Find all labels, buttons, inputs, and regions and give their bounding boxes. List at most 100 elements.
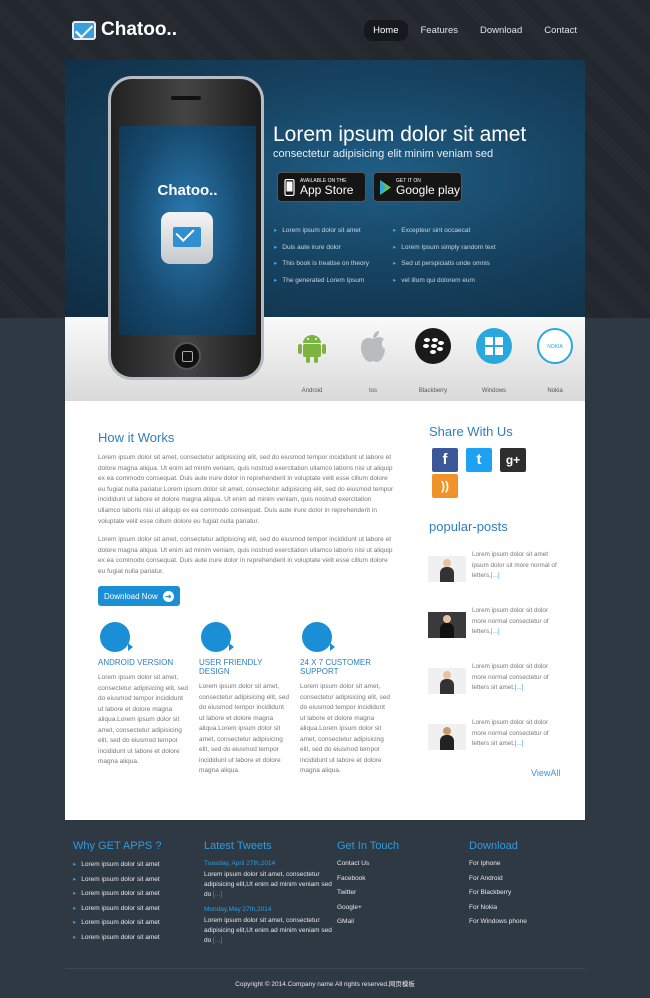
- feature-android-version: ANDROID VERSION Lorem ipsum dolor sit am…: [98, 622, 190, 768]
- feature-title: USER FRIENDLY DESIGN: [199, 658, 263, 676]
- platform-windows[interactable]: Windows: [469, 327, 519, 394]
- hero-feature-item: This book is treatise on theory: [274, 259, 369, 276]
- footer-link[interactable]: Twitter: [337, 889, 467, 904]
- nokia-icon: NOKIA: [537, 328, 573, 364]
- hero-feature-item: Excepteur sint occaecat: [393, 226, 496, 243]
- post-text: Lorem ipsum dolor sit dolor more normal …: [472, 663, 549, 691]
- footer-heading: Download: [469, 840, 518, 852]
- popular-post[interactable]: Lorem ipsum dolor sit dolor more normal …: [428, 718, 555, 762]
- footer-link[interactable]: Facebook: [337, 875, 467, 890]
- tweet-text: Lorem ipsum dolor sit amet, consectetur …: [204, 917, 332, 944]
- tweet-date: Monday,May 27th,2014: [204, 906, 272, 913]
- hero-feature-item: vel illum qui dolorem eum: [393, 276, 496, 293]
- feature-title: 24 X 7 CUSTOMER SUPPORT: [300, 658, 371, 676]
- footer-link[interactable]: For Nokia: [469, 904, 599, 919]
- nav-home[interactable]: Home: [364, 20, 408, 41]
- how-it-works-paragraph: Lorem ipsum dolor sit amet, consectetur …: [98, 454, 394, 525]
- footer-heading: Latest Tweets: [204, 840, 272, 852]
- phone-screen: Chatoo..: [119, 126, 256, 335]
- footer-link[interactable]: Lorem ipsum dolor sit amet: [73, 933, 203, 948]
- popular-posts-heading: popular-posts: [429, 519, 508, 534]
- android-icon: [100, 622, 133, 652]
- footer-download: Download For Iphone For Android For Blac…: [469, 840, 599, 933]
- footer-get-in-touch: Get In Touch Contact Us Facebook Twitter…: [337, 840, 467, 933]
- hero-subtitle: consectetur adipisicing elit minim venia…: [273, 148, 494, 160]
- tweet-date: Tuesday, April 27th,2014: [204, 860, 276, 867]
- footer-link[interactable]: GMail: [337, 918, 467, 933]
- popular-post[interactable]: Lorem ipsum dolor sit amet ipsum dolor s…: [428, 550, 557, 594]
- post-thumbnail: [428, 556, 466, 582]
- footer-link[interactable]: Contact Us: [337, 860, 467, 875]
- google-play-big-text: Google play: [396, 182, 461, 197]
- footer-link[interactable]: Lorem ipsum dolor sit amet: [73, 875, 203, 890]
- read-more-link[interactable]: [...]: [515, 740, 524, 747]
- app-store-big-text: App Store: [300, 182, 354, 197]
- hero-title: Lorem ipsum dolor sit amet: [273, 123, 527, 146]
- nav-download[interactable]: Download: [471, 20, 531, 41]
- footer-heading: Get In Touch: [337, 840, 400, 852]
- read-more-link[interactable]: [...]: [213, 891, 222, 898]
- platform-label: Ios: [368, 388, 377, 394]
- hero-feature-item: The generated Lorem Ipsum: [274, 276, 369, 293]
- platform-android[interactable]: Android: [287, 327, 337, 394]
- post-text: Lorem ipsum dolor sit dolor more normal …: [472, 607, 549, 635]
- platform-label: Blackberry: [418, 388, 448, 394]
- platform-blackberry[interactable]: Blackberry: [408, 327, 458, 394]
- app-icon: [161, 212, 213, 264]
- footer-link[interactable]: Lorem ipsum dolor sit amet: [73, 860, 203, 875]
- view-all-link[interactable]: ViewAll: [531, 768, 560, 778]
- download-now-label: Download Now: [104, 591, 158, 601]
- hero-feature-item: Lorem ipsum dolor sit amet: [274, 226, 369, 243]
- phone-app-title: Chatoo..: [157, 182, 218, 199]
- apple-icon: [361, 331, 385, 362]
- logo-text: Chatoo..: [101, 19, 177, 40]
- platform-label: Windows: [481, 388, 507, 394]
- footer-link[interactable]: Lorem ipsum dolor sit amet: [73, 889, 203, 904]
- feature-text: Lorem ipsum dolor sit amet, consectetur …: [300, 683, 390, 774]
- read-more-link[interactable]: [...]: [213, 937, 222, 944]
- platform-nokia[interactable]: NOKIA Nokia: [530, 327, 580, 394]
- hero-feature-item: Duis aute irure dolor: [274, 243, 369, 260]
- hero-feature-list-left: Lorem ipsum dolor sit amet Duis aute iru…: [274, 226, 369, 292]
- feature-text: Lorem ipsum dolor sit amet, consectetur …: [98, 674, 188, 765]
- hero-feature-item: Lorem Ipsum simply random text: [393, 243, 495, 260]
- google-play-button[interactable]: GET IT ON Google play: [373, 172, 462, 202]
- how-it-works-paragraph: Lorem ipsum dolor sit amet, consectetur …: [98, 536, 393, 575]
- app-store-button[interactable]: AVAILABLE ON THE App Store: [277, 172, 366, 202]
- rss-icon[interactable]: )): [432, 474, 458, 498]
- how-it-works-heading: How it Works: [98, 430, 175, 445]
- feature-text: Lorem ipsum dolor sit amet, consectetur …: [199, 683, 289, 774]
- google-plus-icon[interactable]: g+: [500, 448, 526, 472]
- footer-link[interactable]: For Blackberry: [469, 889, 599, 904]
- footer-link[interactable]: For Iphone: [469, 860, 599, 875]
- nav-features[interactable]: Features: [412, 20, 468, 41]
- facebook-icon[interactable]: f: [432, 448, 458, 472]
- twitter-icon[interactable]: t: [466, 448, 492, 472]
- popular-post[interactable]: Lorem ipsum dolor sit dolor more normal …: [428, 606, 555, 650]
- phone-mockup: Chatoo..: [108, 76, 264, 380]
- tweet-text: Lorem ipsum dolor sit amet, consectetur …: [204, 871, 332, 898]
- post-thumbnail: [428, 668, 466, 694]
- hero-feature-list-right: Excepteur sint occaecat Lorem Ipsum simp…: [393, 226, 496, 293]
- read-more-link[interactable]: [...]: [491, 572, 500, 579]
- popular-post[interactable]: Lorem ipsum dolor sit dolor more normal …: [428, 662, 555, 706]
- mail-icon: [72, 20, 96, 40]
- footer-link[interactable]: Lorem ipsum dolor sit amet: [73, 904, 203, 919]
- footer-link[interactable]: Google+: [337, 904, 467, 919]
- nav-contact[interactable]: Contact: [535, 20, 586, 41]
- footer-link[interactable]: For Windows phone: [469, 918, 599, 933]
- platform-label: Nokia: [547, 388, 563, 394]
- platform-ios[interactable]: Ios: [348, 327, 398, 394]
- site-logo[interactable]: Chatoo..: [72, 19, 177, 41]
- read-more-link[interactable]: [...]: [515, 684, 524, 691]
- footer-link[interactable]: Lorem ipsum dolor sit amet: [73, 918, 203, 933]
- read-more-link[interactable]: [...]: [491, 628, 500, 635]
- phone-speaker: [171, 96, 201, 100]
- footer-link[interactable]: For Android: [469, 875, 599, 890]
- post-text: Lorem ipsum dolor sit amet ipsum dolor s…: [472, 551, 557, 579]
- support-user-icon: [302, 622, 335, 652]
- post-text: Lorem ipsum dolor sit dolor more normal …: [472, 719, 549, 747]
- footer-divider: [65, 968, 585, 969]
- feature-title: ANDROID VERSION: [98, 658, 174, 667]
- download-now-button[interactable]: Download Now ➜: [98, 586, 180, 606]
